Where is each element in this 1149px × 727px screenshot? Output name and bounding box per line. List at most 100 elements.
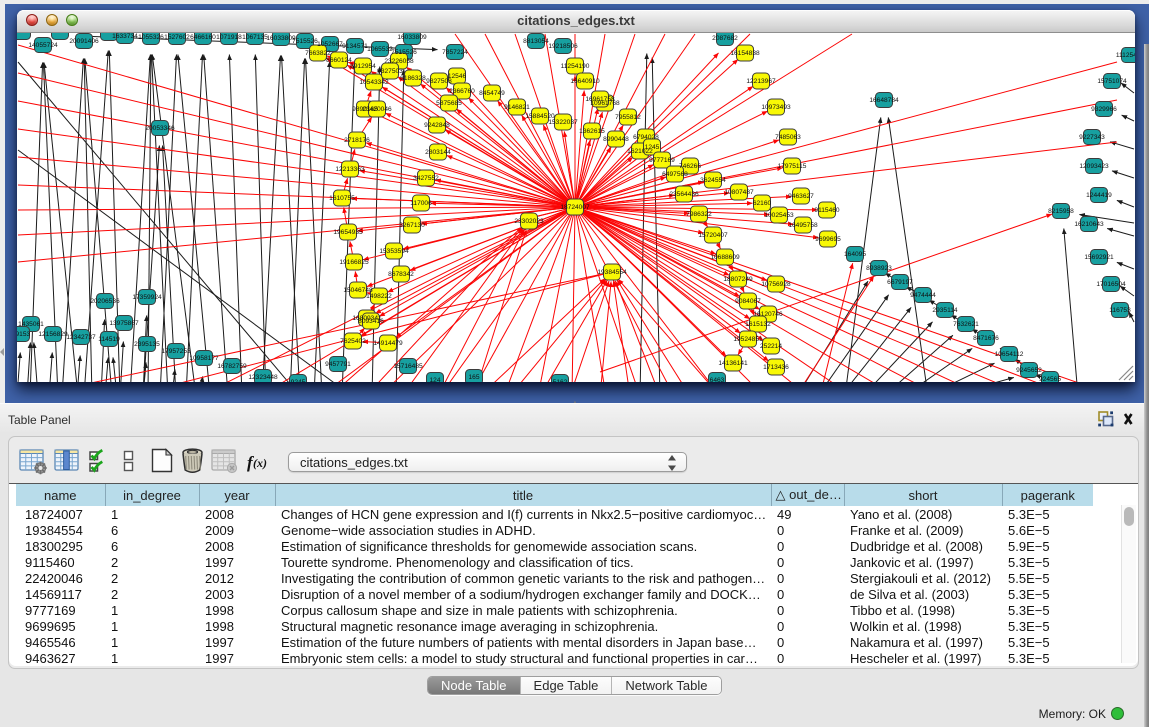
svg-text:2087682: 2087682: [712, 35, 738, 42]
svg-text:2395135: 2395135: [134, 341, 160, 348]
svg-text:20053346: 20053346: [145, 125, 175, 132]
svg-text:164095: 164095: [844, 251, 866, 258]
svg-text:19654935: 19654935: [333, 229, 363, 236]
svg-text:1435061: 1435061: [18, 321, 44, 328]
svg-text:8454749: 8454749: [479, 90, 505, 97]
svg-text:17359924: 17359924: [132, 294, 162, 301]
svg-text:11125419: 11125419: [1116, 52, 1135, 59]
svg-text:(x): (x): [253, 456, 267, 470]
svg-text:116753: 116753: [1109, 307, 1131, 314]
svg-text:16640910: 16640910: [570, 78, 600, 85]
svg-text:9474444: 9474444: [910, 292, 936, 299]
svg-text:23226058: 23226058: [384, 58, 414, 65]
svg-text:6794028: 6794028: [633, 134, 659, 141]
svg-text:10973493: 10973493: [761, 104, 791, 111]
svg-text:8990448: 8990448: [603, 136, 629, 143]
svg-text:1065532: 1065532: [367, 46, 393, 53]
svg-text:9777169: 9777169: [649, 157, 675, 164]
svg-text:8660124: 8660124: [326, 57, 352, 64]
svg-text:16210643: 16210643: [1074, 221, 1104, 228]
svg-text:15716485: 15716485: [393, 363, 423, 370]
svg-text:1498222: 1498222: [366, 293, 392, 300]
svg-text:1713436: 1713436: [763, 364, 789, 371]
svg-text:2803144: 2803144: [425, 149, 451, 156]
svg-text:20206536: 20206536: [90, 298, 120, 305]
svg-text:9115460: 9115460: [814, 207, 840, 214]
svg-text:1527602: 1527602: [164, 34, 190, 41]
svg-text:7485063: 7485063: [775, 134, 801, 141]
svg-text:8471676: 8471676: [973, 335, 999, 342]
svg-text:12213363: 12213363: [335, 166, 365, 173]
svg-text:8215958: 8215958: [1048, 208, 1074, 215]
svg-text:9227343: 9227343: [1079, 134, 1105, 141]
svg-text:15322037: 15322037: [548, 119, 578, 126]
svg-text:252214: 252214: [760, 343, 782, 350]
svg-text:16648784: 16648784: [869, 97, 899, 104]
svg-text:7625402: 7625402: [340, 338, 366, 345]
svg-text:12093423: 12093423: [1079, 163, 1109, 170]
svg-text:8678342: 8678342: [388, 271, 414, 278]
svg-text:3427552: 3427552: [413, 175, 439, 182]
svg-text:9327503: 9327503: [377, 68, 403, 75]
svg-text:8912954: 8912954: [350, 63, 376, 70]
svg-text:3624554: 3624554: [700, 177, 726, 184]
svg-text:16782759: 16782759: [217, 363, 247, 370]
svg-text:16033809: 16033809: [397, 34, 427, 41]
svg-text:1610755: 1610755: [329, 195, 355, 202]
svg-text:15720407: 15720407: [698, 232, 728, 239]
svg-text:165: 165: [468, 374, 479, 381]
svg-text:1067135: 1067135: [242, 34, 268, 41]
svg-text:14914479: 14914479: [373, 340, 403, 347]
svg-text:9245: 9245: [291, 379, 306, 382]
svg-text:10543342: 10543342: [359, 79, 389, 86]
svg-text:1055326: 1055326: [138, 34, 164, 41]
svg-text:2366760: 2366760: [449, 88, 475, 95]
svg-text:9242848: 9242848: [424, 122, 450, 129]
svg-text:6466160: 6466160: [190, 34, 216, 41]
svg-text:746266: 746266: [679, 163, 701, 170]
svg-text:12546: 12546: [448, 73, 467, 80]
svg-text:19524851: 19524851: [733, 336, 763, 343]
svg-text:8938923: 8938923: [866, 265, 892, 272]
svg-text:13975867: 13975867: [109, 320, 139, 327]
svg-text:9146821: 9146821: [504, 104, 530, 111]
svg-text:114519: 114519: [98, 336, 120, 343]
svg-text:9245652: 9245652: [1016, 367, 1042, 374]
svg-text:12213967: 12213967: [746, 78, 776, 85]
svg-text:2718176: 2718176: [344, 137, 370, 144]
svg-text:10756928: 10756928: [761, 281, 791, 288]
svg-text:18724007: 18724007: [560, 204, 590, 211]
svg-text:10654112: 10654112: [995, 351, 1024, 358]
svg-text:2935114: 2935114: [932, 307, 958, 314]
svg-text:5875685: 5875685: [436, 100, 462, 107]
svg-text:10025453: 10025453: [764, 212, 794, 219]
svg-text:12323448: 12323448: [248, 374, 278, 381]
svg-text:8093416: 8093416: [358, 318, 384, 325]
svg-text:19384554: 19384554: [597, 269, 627, 276]
svg-text:1615132: 1615132: [745, 321, 771, 328]
svg-text:8813054: 8813054: [523, 38, 549, 45]
svg-text:1052667: 1052667: [317, 41, 343, 48]
svg-text:18807249: 18807249: [723, 276, 753, 283]
svg-text:7955812: 7955812: [615, 114, 641, 121]
svg-text:9463627: 9463627: [788, 193, 814, 200]
svg-text:14055724: 14055724: [28, 42, 58, 49]
svg-text:3267130: 3267130: [399, 222, 425, 229]
svg-text:20091406: 20091406: [69, 38, 99, 45]
svg-text:17016504: 17016504: [1096, 281, 1126, 288]
svg-text:1633734: 1633734: [112, 33, 138, 40]
svg-text:16120746: 16120746: [753, 311, 783, 318]
svg-text:7632621: 7632621: [953, 321, 979, 328]
svg-text:10807487: 10807487: [724, 189, 754, 196]
svg-text:23420046: 23420046: [362, 106, 392, 113]
svg-text:1362615: 1362615: [579, 128, 605, 135]
svg-text:117006: 117006: [410, 200, 432, 207]
svg-text:7515526: 7515526: [391, 49, 417, 56]
svg-text:9084067: 9084067: [735, 298, 761, 305]
svg-text:7986322: 7986322: [686, 211, 712, 218]
svg-text:9457791: 9457791: [325, 361, 351, 368]
svg-text:62160: 62160: [753, 200, 772, 207]
svg-text:9699695: 9699695: [815, 236, 841, 243]
svg-text:23564436: 23564436: [669, 191, 699, 198]
svg-text:12156829: 12156829: [38, 331, 68, 338]
